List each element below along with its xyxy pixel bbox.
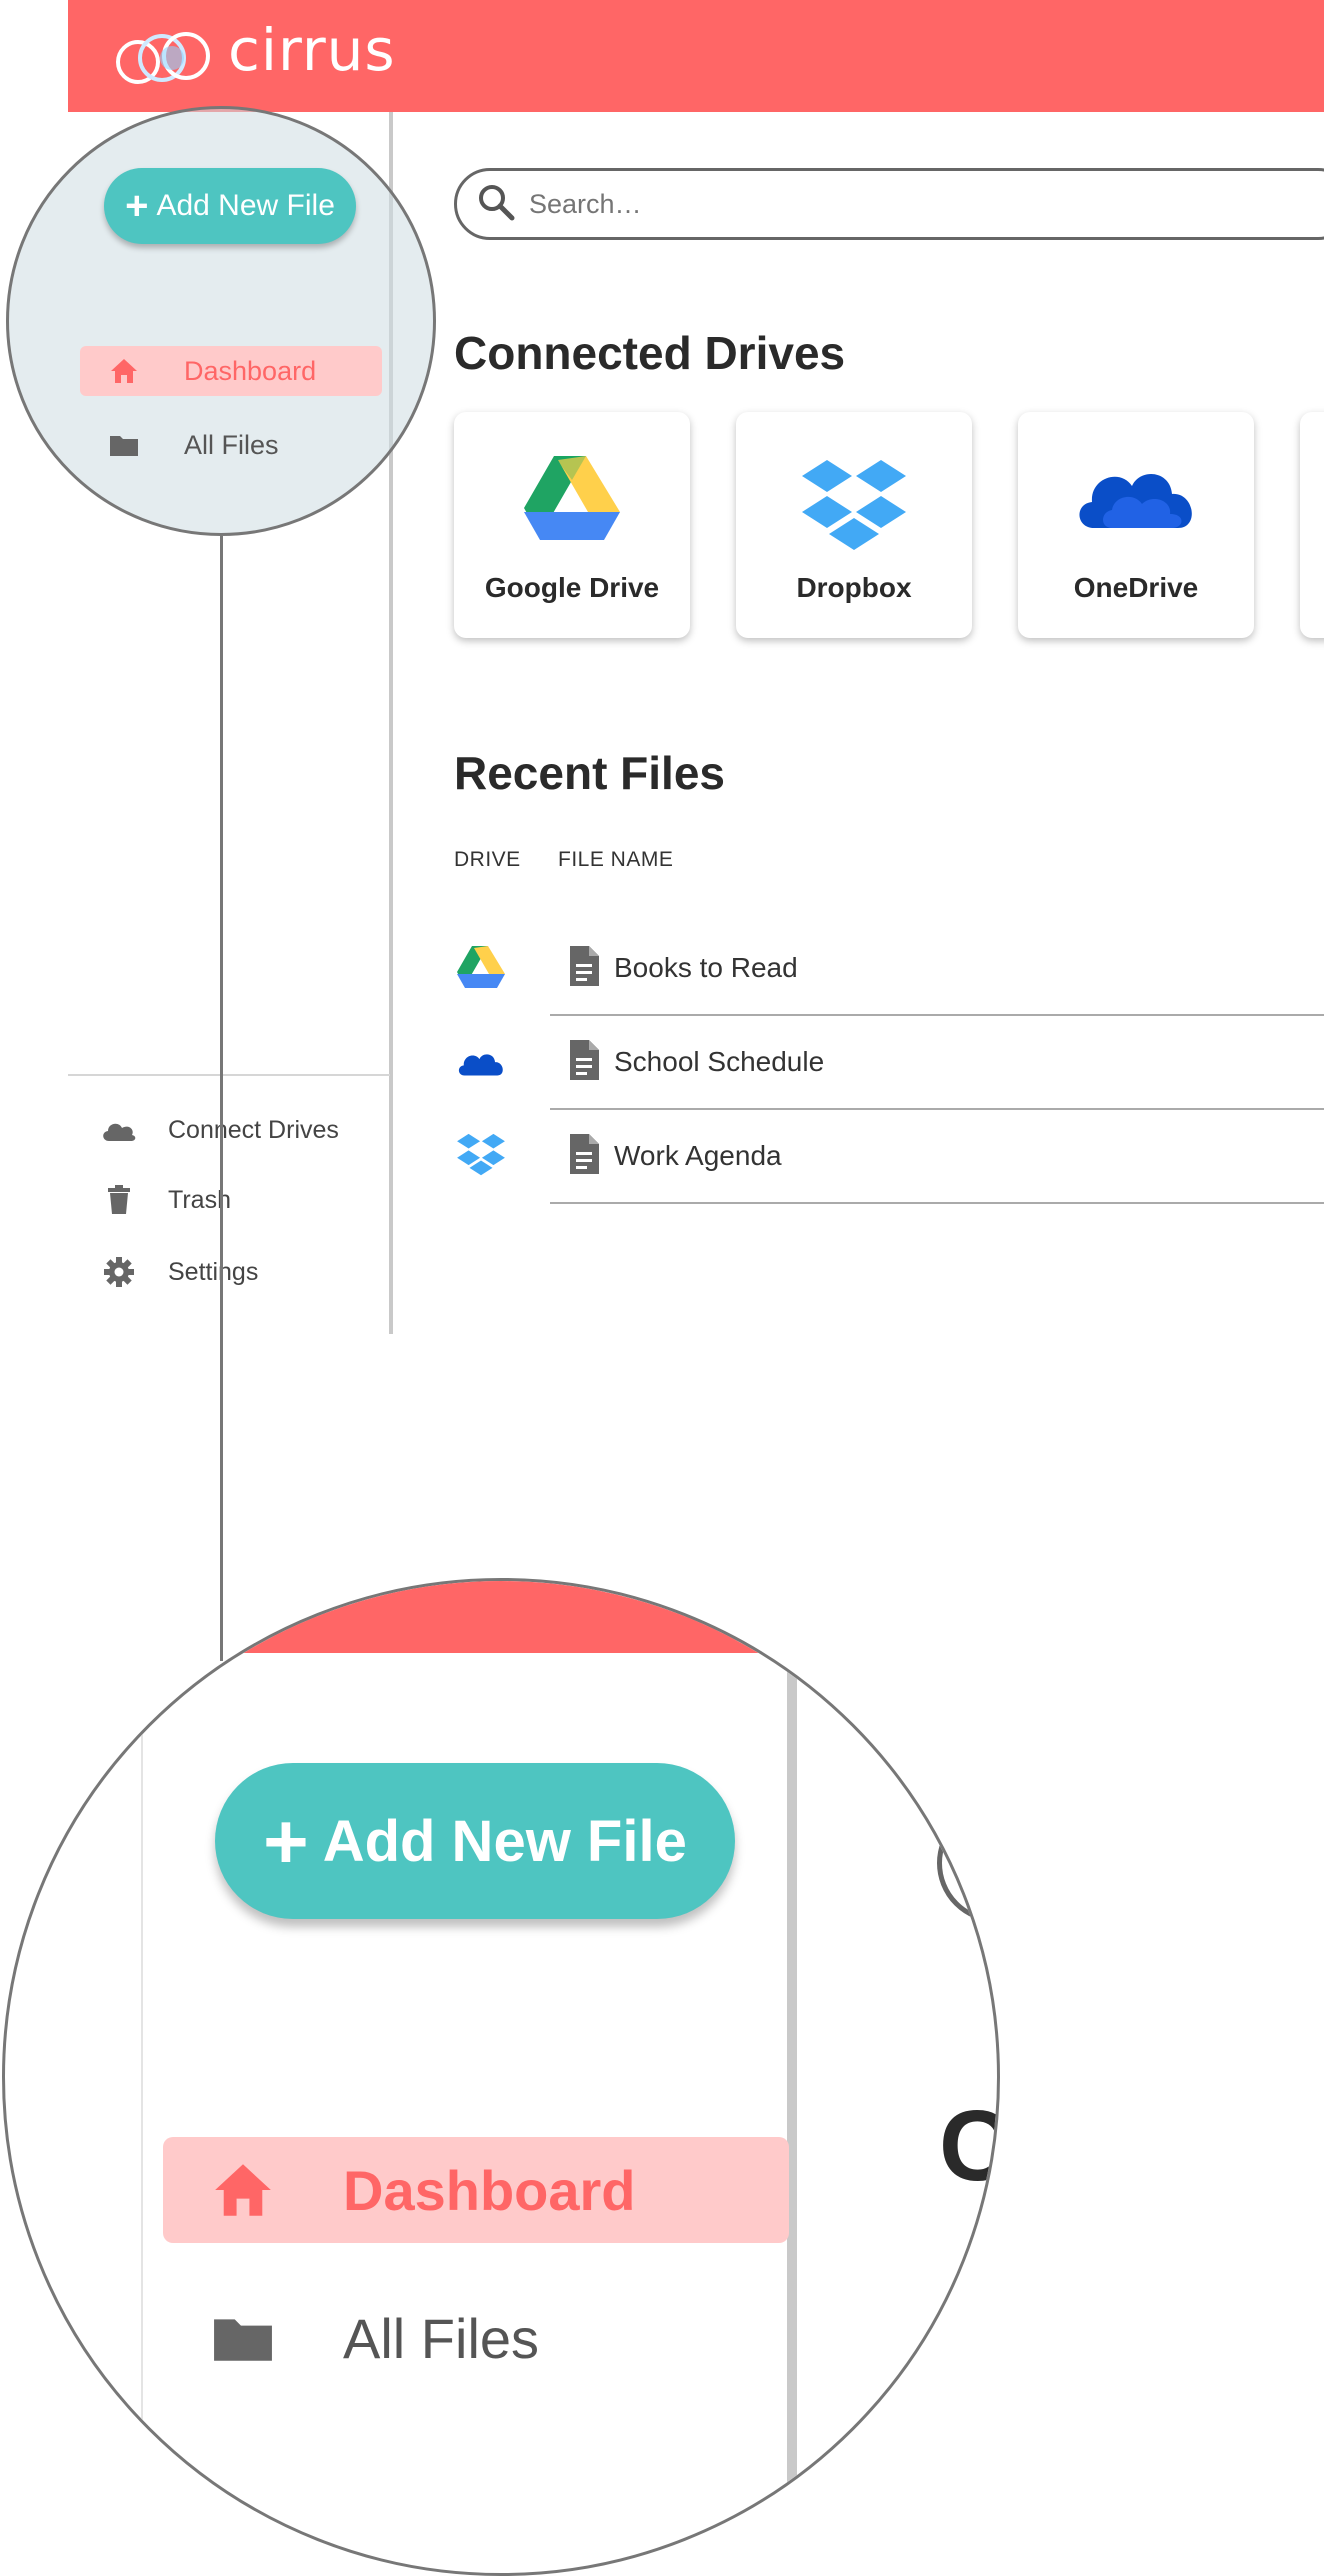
- plus-icon: +: [263, 1797, 309, 1885]
- search-input[interactable]: [527, 187, 1231, 221]
- recent-files-title: Recent Files: [454, 747, 725, 799]
- gear-icon: [96, 1256, 142, 1288]
- dropbox-icon: [736, 456, 972, 556]
- file-name: Work Agenda: [614, 1140, 782, 1171]
- cloud-icon: [96, 1118, 142, 1142]
- sidebar-item-label: Dashboard: [184, 355, 317, 386]
- sidebar-item-connect-drives[interactable]: Connect Drives: [96, 1110, 339, 1150]
- zoomed-search-edge: [937, 1803, 997, 1923]
- google-drive-icon: [456, 946, 506, 988]
- search-bar[interactable]: [454, 168, 1324, 240]
- table-row[interactable]: Work Agenda: [550, 1110, 1324, 1204]
- drive-card-label: OneDrive: [1073, 572, 1199, 603]
- zoomed-sidebar-edge: [141, 1653, 143, 2553]
- google-drive-icon: [454, 456, 690, 540]
- zoomed-add-new-file-button[interactable]: + Add New File: [215, 1763, 735, 1919]
- sidebar-item-label: Connect Drives: [168, 1115, 339, 1144]
- drive-card-dropbox[interactable]: Dropbox: [736, 412, 972, 638]
- add-new-file-button[interactable]: + Add New File: [104, 168, 356, 244]
- sidebar-separator: [68, 1074, 390, 1076]
- sidebar-item-settings[interactable]: Settings: [96, 1252, 258, 1292]
- zoomed-add-label: Add New File: [322, 1808, 687, 1874]
- sidebar-item-trash[interactable]: Trash: [96, 1180, 231, 1220]
- home-icon: [104, 358, 144, 384]
- zoomed-sidebar-item-dashboard[interactable]: Dashboard: [163, 2137, 789, 2243]
- folder-icon: [203, 2313, 283, 2363]
- document-icon: [568, 945, 600, 991]
- column-header-drive: DRIVE: [454, 848, 521, 871]
- add-new-file-label: Add New File: [156, 189, 335, 222]
- onedrive-icon: [1018, 456, 1254, 536]
- zoomed-title-peek: C: [939, 2089, 997, 2204]
- zoomed-nav-label: All Files: [343, 2306, 540, 2370]
- sidebar-item-dashboard[interactable]: Dashboard: [80, 346, 382, 396]
- drive-card-label: Google Drive: [484, 572, 660, 603]
- table-row[interactable]: Books to Read: [550, 922, 1324, 1016]
- sidebar-item-label: All Files: [184, 429, 279, 460]
- drive-card-google-drive[interactable]: Google Drive: [454, 412, 690, 638]
- drive-card-label: Dropbox: [796, 572, 912, 603]
- folder-icon: [104, 433, 144, 457]
- document-icon: [568, 1133, 600, 1179]
- sidebar-item-label: Settings: [168, 1257, 259, 1286]
- file-name: Books to Read: [614, 952, 798, 983]
- zoomed-nav-label: Dashboard: [343, 2158, 636, 2222]
- table-row[interactable]: School Schedule: [550, 1016, 1324, 1110]
- connected-drives-title: Connected Drives: [454, 327, 846, 379]
- app-title: cirrus: [228, 16, 396, 84]
- zoomed-header: [5, 1581, 997, 1653]
- magnified-view: + Add New File Dashboard All Files C: [2, 1578, 1000, 2576]
- plus-icon: +: [125, 184, 149, 228]
- home-icon: [203, 2162, 283, 2218]
- column-header-file-name: FILE NAME: [558, 848, 674, 871]
- sidebar-item-all-files[interactable]: All Files: [80, 420, 382, 470]
- magnifier-connector: [220, 536, 223, 1661]
- dropbox-icon: [456, 1132, 506, 1178]
- zoomed-sidebar-item-all-files[interactable]: All Files: [163, 2285, 789, 2391]
- file-name: School Schedule: [614, 1046, 825, 1077]
- document-icon: [568, 1039, 600, 1085]
- trash-icon: [96, 1185, 142, 1215]
- drive-card-partial[interactable]: [1300, 412, 1324, 638]
- search-icon: [477, 183, 515, 226]
- onedrive-icon: [456, 1046, 506, 1080]
- zoomed-sidebar-divider: [787, 1653, 797, 2553]
- cirrus-logo-icon: [116, 32, 210, 84]
- drive-card-onedrive[interactable]: OneDrive: [1018, 412, 1254, 638]
